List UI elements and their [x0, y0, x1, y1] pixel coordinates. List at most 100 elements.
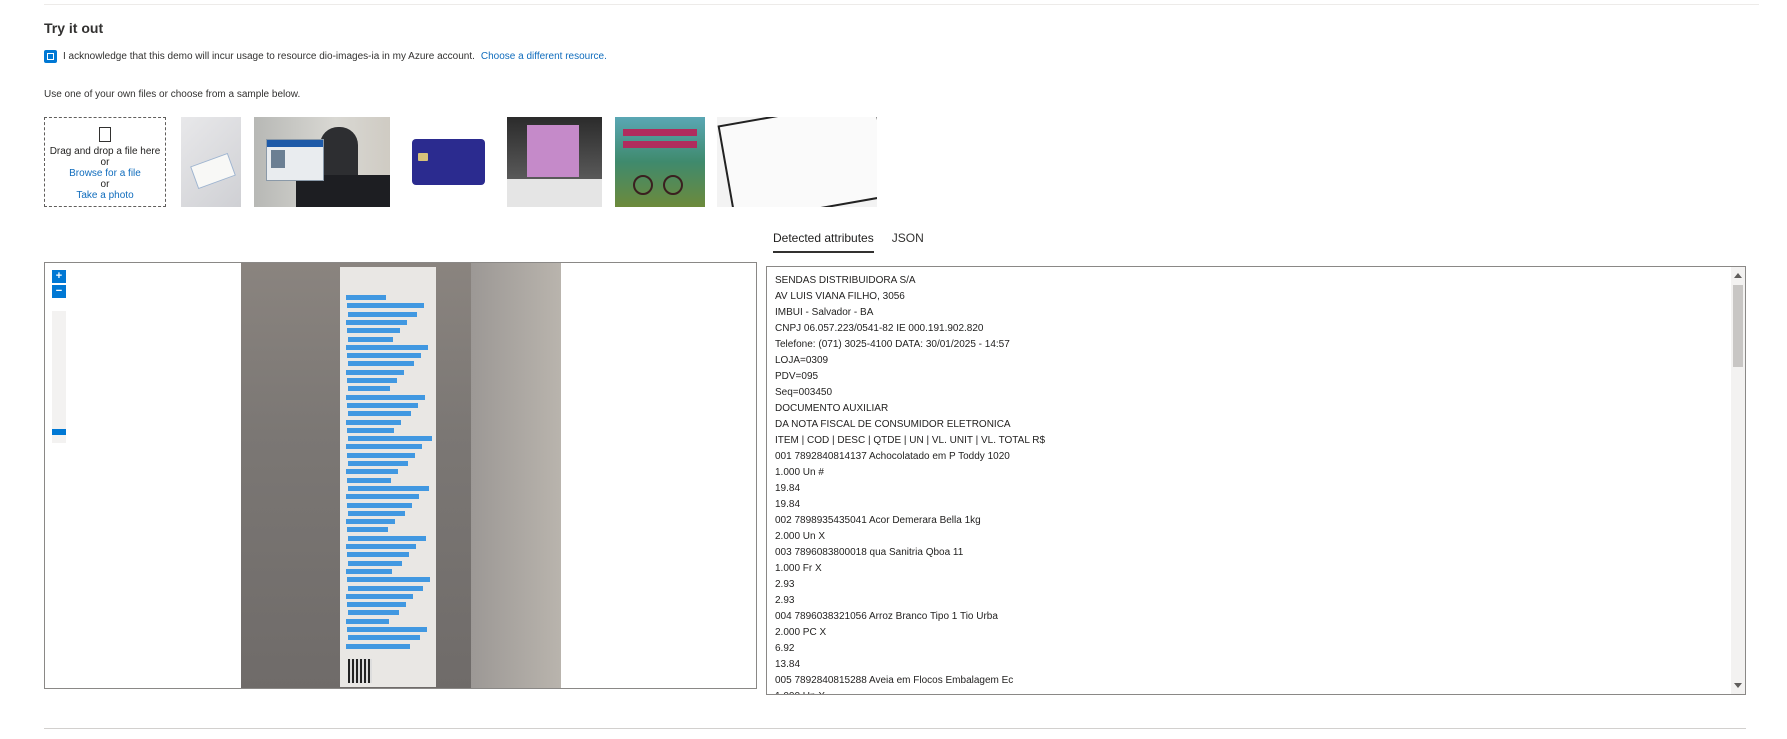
ocr-highlight [347, 502, 412, 508]
zoom-in-button[interactable]: + [52, 270, 66, 283]
ocr-highlight [346, 568, 392, 574]
result-line: DOCUMENTO AUXILIAR [775, 403, 889, 414]
ocr-highlight [346, 618, 389, 624]
result-line: 2.93 [775, 595, 795, 606]
results-scrollbar[interactable] [1731, 267, 1745, 694]
file-dropzone[interactable]: Drag and drop a file here or Browse for … [44, 117, 166, 207]
result-lines: SENDAS DISTRIBUIDORA S/A AV LUIS VIANA FI… [767, 267, 1745, 694]
acknowledge-text: I acknowledge that this demo will incur … [63, 51, 475, 62]
result-line: PDV=095 [775, 371, 819, 382]
ocr-highlight [346, 593, 413, 599]
result-line: 004 7896038321056 Arroz Branco Tipo 1 Ti… [775, 611, 998, 622]
zoom-slider[interactable] [52, 311, 66, 443]
result-line: Seq=003450 [775, 387, 833, 398]
acknowledge-row: I acknowledge that this demo will incur … [44, 50, 607, 63]
ocr-highlight [346, 494, 419, 500]
ocr-highlight [346, 469, 398, 475]
image-viewer[interactable]: + − [44, 262, 757, 689]
ocr-highlight [346, 369, 404, 375]
ocr-highlight [347, 353, 421, 359]
result-line: Telefone: (071) 3025-4100 DATA: 30/01/20… [775, 339, 1010, 350]
ocr-highlight [346, 295, 386, 300]
qr-code [348, 659, 372, 683]
ocr-highlight [347, 427, 394, 433]
tab-detected-attributes[interactable]: Detected attributes [773, 231, 874, 253]
ocr-highlight [347, 378, 397, 383]
result-line: LOJA=0309 [775, 355, 829, 366]
document-icon [99, 127, 111, 142]
take-photo-link[interactable]: Take a photo [45, 190, 165, 201]
result-line: 2.000 Un X [775, 531, 826, 542]
ocr-highlight [346, 394, 425, 400]
ocr-highlight [348, 635, 420, 641]
result-line: 002 7898935435041 Acor Demerara Bella 1k… [775, 515, 981, 526]
sample-id-card-image[interactable] [181, 117, 241, 207]
ocr-highlight [347, 577, 430, 583]
ocr-highlight [348, 485, 429, 491]
ocr-highlight [348, 535, 426, 541]
ocr-highlight [346, 319, 407, 325]
result-line: 2.000 PC X [775, 627, 827, 638]
ocr-highlight [348, 610, 399, 616]
scroll-down-icon[interactable] [1734, 683, 1742, 688]
zoom-slider-handle[interactable] [52, 429, 66, 435]
result-line: 005 7892840815288 Aveia em Flocos Embala… [775, 675, 1014, 686]
ocr-highlight [346, 643, 410, 649]
ocr-highlight [348, 411, 411, 417]
ocr-highlight [347, 527, 388, 533]
ocr-highlight [348, 311, 417, 317]
ocr-highlight [347, 452, 415, 458]
ocr-highlight [347, 328, 400, 334]
section-title: Try it out [44, 20, 104, 36]
tab-json[interactable]: JSON [892, 231, 924, 253]
ocr-highlight [348, 361, 414, 367]
result-line: 2.93 [775, 579, 795, 590]
ocr-highlight [346, 419, 401, 425]
ocr-highlight [347, 627, 427, 632]
ocr-highlight [346, 444, 422, 450]
scroll-thumb[interactable] [1733, 285, 1743, 367]
top-divider [44, 4, 1759, 5]
result-tabs: Detected attributes JSON [773, 231, 942, 253]
sample-nutrition-facts-image[interactable] [717, 117, 877, 207]
sample-sticky-note-image[interactable] [507, 117, 602, 207]
result-line: 1.000 Un # [775, 467, 824, 478]
acknowledge-checkbox[interactable] [44, 50, 57, 63]
receipt-paper [340, 267, 436, 687]
ocr-highlight [348, 510, 405, 516]
scroll-up-icon[interactable] [1734, 273, 1742, 278]
sample-person-holding-id-image[interactable] [254, 117, 390, 207]
ocr-highlight [347, 552, 409, 558]
sample-credit-card-image[interactable] [400, 117, 490, 207]
ocr-highlight [348, 436, 432, 442]
result-line: CNPJ 06.057.223/0541-82 IE 000.191.902.8… [775, 323, 984, 334]
bottom-divider [44, 728, 1746, 729]
or-text: or [100, 157, 110, 168]
ocr-highlight [346, 519, 395, 525]
ocr-highlight [347, 602, 406, 608]
result-line: 1.000 Fr X [775, 563, 822, 574]
detected-attributes-panel[interactable]: SENDAS DISTRIBUIDORA S/A AV LUIS VIANA FI… [766, 266, 1746, 695]
result-line: 6.92 [775, 643, 795, 654]
ocr-highlight [347, 402, 418, 408]
ocr-highlight [348, 461, 408, 466]
ocr-highlight [346, 544, 416, 549]
result-line: 13.84 [775, 659, 801, 670]
drag-drop-text: Drag and drop a file here [49, 146, 161, 157]
sample-bicycle-poster-image[interactable] [615, 117, 705, 207]
result-line: 19.84 [775, 483, 801, 494]
ocr-highlight [348, 386, 390, 392]
choose-resource-link[interactable]: Choose a different resource. [481, 51, 607, 62]
checkbox-check-icon [47, 53, 54, 60]
ocr-highlight [347, 477, 391, 483]
receipt-photo [241, 263, 561, 688]
zoom-out-button[interactable]: − [52, 285, 66, 298]
result-line: 003 7896083800018 qua Sanitria Qboa 11 [775, 547, 964, 558]
result-line: 001 7892840814137 Achocolatado em P Todd… [775, 451, 1010, 462]
result-line: 1.000 Un X [775, 689, 1745, 694]
ocr-highlight [347, 303, 424, 309]
sample-hint: Use one of your own files or choose from… [44, 89, 301, 100]
browse-file-link[interactable]: Browse for a file [45, 168, 165, 179]
ocr-highlight [346, 344, 428, 350]
or-text: or [100, 179, 110, 190]
